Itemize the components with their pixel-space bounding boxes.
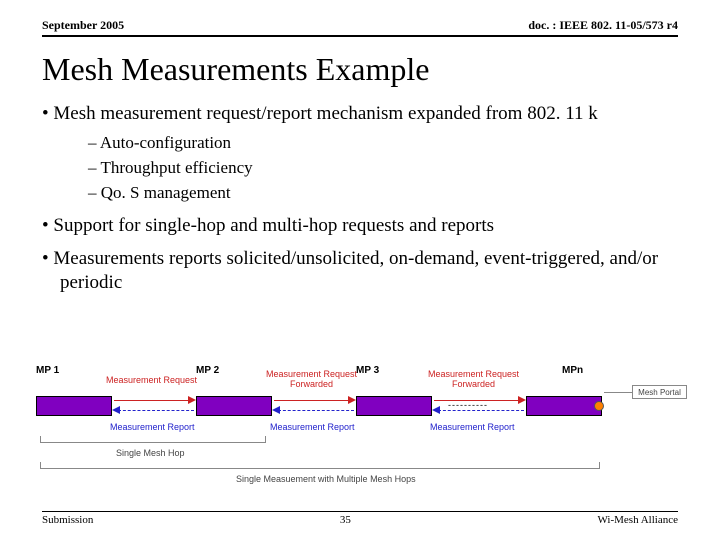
req-label-1: Measurement Request — [106, 375, 197, 385]
header-doc: doc. : IEEE 802. 11-05/573 r4 — [528, 18, 678, 33]
sub-2: Throughput efficiency — [88, 157, 678, 178]
footer-center: 35 — [340, 514, 351, 526]
slide-body: Mesh measurement request/report mechanis… — [0, 96, 720, 295]
label-mpn: MPn — [562, 365, 583, 376]
arrowhead-rep-2 — [272, 406, 280, 414]
footer-left: Submission — [42, 514, 93, 526]
arrowhead-req-1 — [188, 396, 196, 404]
arrowhead-rep-1 — [112, 406, 120, 414]
rep-label-1: Measurement Report — [110, 422, 195, 432]
slide-title: Mesh Measurements Example — [0, 37, 720, 96]
rep-label-3: Measurement Report — [430, 422, 515, 432]
brace-single-label: Single Mesh Hop — [116, 448, 185, 458]
rep-label-2: Measurement Report — [270, 422, 355, 432]
portal-connector — [604, 392, 632, 393]
brace-multi-label: Single Measuement with Multiple Mesh Hop… — [236, 474, 416, 484]
arrowhead-req-2 — [348, 396, 356, 404]
bullet-1-text: Mesh measurement request/report mechanis… — [53, 103, 597, 124]
arrow-rep-2 — [278, 410, 354, 411]
continuation-dots: ---------- — [448, 400, 488, 410]
footer: Submission 35 Wi-Mesh Alliance — [42, 511, 678, 526]
req-label-3: Measurement Request Forwarded — [428, 369, 519, 389]
arrow-req-1 — [114, 400, 192, 401]
arrowhead-req-3 — [518, 396, 526, 404]
node-mp1 — [36, 396, 112, 416]
arrow-req-3 — [434, 400, 522, 401]
arrow-req-2 — [274, 400, 352, 401]
node-mpn — [526, 396, 602, 416]
footer-right: Wi-Mesh Alliance — [597, 514, 678, 526]
sub-3: Qo. S management — [88, 182, 678, 203]
header-date: September 2005 — [42, 18, 124, 33]
brace-multi — [40, 462, 600, 469]
label-mp3: MP 3 — [356, 365, 379, 376]
bullet-1: Mesh measurement request/report mechanis… — [42, 102, 678, 204]
label-mp1: MP 1 — [36, 365, 59, 376]
arrow-rep-1 — [118, 410, 194, 411]
node-mp2 — [196, 396, 272, 416]
arrow-rep-3 — [438, 410, 524, 411]
portal-box: Mesh Portal — [632, 385, 687, 399]
portal-dot — [594, 401, 604, 411]
bullet-2: Support for single-hop and multi-hop req… — [42, 214, 678, 238]
sub-1: Auto-configuration — [88, 132, 678, 153]
req-label-2: Measurement Request Forwarded — [266, 369, 357, 389]
brace-single — [40, 436, 266, 443]
label-mp2: MP 2 — [196, 365, 219, 376]
arrowhead-rep-3 — [432, 406, 440, 414]
node-mp3 — [356, 396, 432, 416]
bullet-3: Measurements reports solicited/unsolicit… — [42, 247, 678, 295]
mesh-diagram: MP 1 MP 2 MP 3 MPn ---------- Measuremen… — [36, 378, 684, 488]
footer-rule — [42, 511, 678, 512]
